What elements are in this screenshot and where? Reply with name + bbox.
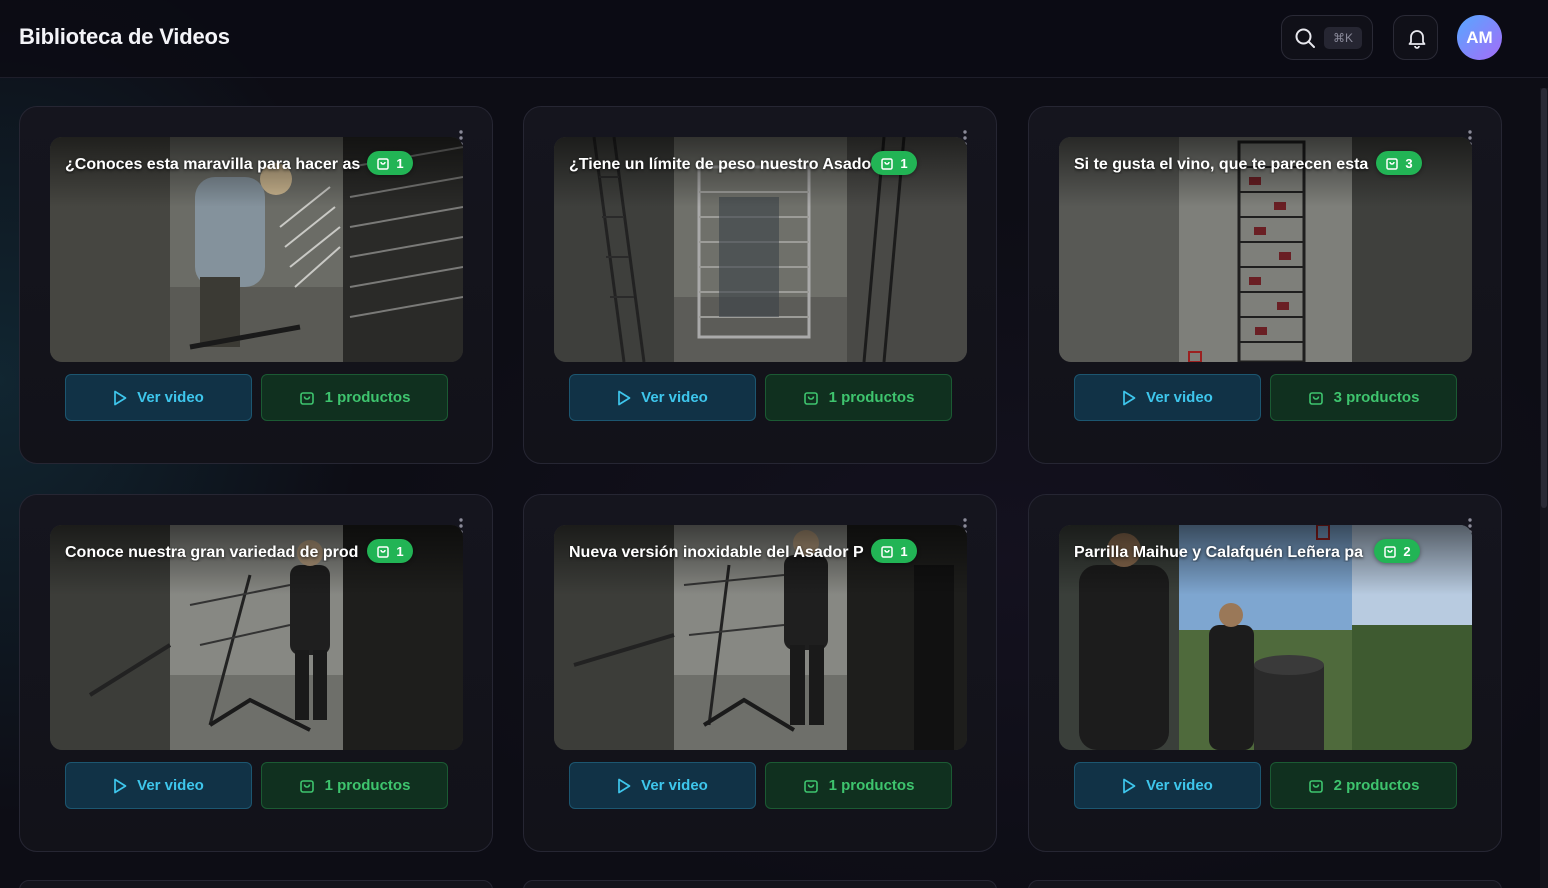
- products-label: 3 productos: [1333, 389, 1420, 406]
- video-card: Conoce nuestra gran variedad de prod 1 V…: [19, 494, 493, 852]
- watch-video-button[interactable]: Ver video: [569, 762, 756, 809]
- shopping-bag-icon: [881, 158, 894, 170]
- view-products-button[interactable]: 1 productos: [765, 762, 952, 809]
- video-card: Si te gusta el vino, que te parecen esta…: [1028, 106, 1502, 464]
- watch-video-button[interactable]: Ver video: [1074, 762, 1261, 809]
- play-icon: [1123, 778, 1136, 793]
- page-title: Biblioteca de Videos: [19, 24, 230, 49]
- product-count-badge: 3: [1376, 151, 1422, 175]
- product-count-badge: 1: [871, 539, 917, 563]
- view-products-button[interactable]: 1 productos: [261, 374, 448, 421]
- product-count-badge: 1: [367, 151, 413, 175]
- shopping-bag-icon: [299, 391, 314, 405]
- shopping-bag-icon: [1386, 158, 1399, 170]
- video-card-partial: [1028, 880, 1502, 888]
- view-products-button[interactable]: 1 productos: [261, 762, 448, 809]
- watch-video-button[interactable]: Ver video: [65, 374, 252, 421]
- keyboard-shortcut-hint: ⌘K: [1324, 27, 1362, 49]
- view-products-button[interactable]: 3 productos: [1270, 374, 1457, 421]
- video-thumbnail[interactable]: Nueva versión inoxidable del Asador P 1: [554, 525, 967, 750]
- shopping-bag-icon: [377, 546, 390, 558]
- watch-video-button[interactable]: Ver video: [569, 374, 756, 421]
- badge-count: 1: [396, 155, 404, 171]
- play-icon: [114, 390, 127, 405]
- video-card: Nueva versión inoxidable del Asador P 1 …: [523, 494, 997, 852]
- shopping-bag-icon: [1308, 779, 1323, 793]
- video-card: ¿Tiene un límite de peso nuestro Asado 1…: [523, 106, 997, 464]
- badge-count: 1: [900, 155, 908, 171]
- search-button[interactable]: ⌘K: [1281, 15, 1373, 60]
- app-window: Biblioteca de Videos ⌘K AM ¿Conoces esta…: [0, 0, 1548, 888]
- notifications-button[interactable]: [1393, 15, 1438, 60]
- products-label: 1 productos: [828, 777, 915, 794]
- product-count-badge: 1: [367, 539, 413, 563]
- video-thumbnail[interactable]: ¿Conoces esta maravilla para hacer as 1: [50, 137, 463, 362]
- bell-icon: [1406, 27, 1428, 54]
- products-label: 1 productos: [324, 777, 411, 794]
- view-products-button[interactable]: 1 productos: [765, 374, 952, 421]
- shopping-bag-icon: [299, 779, 314, 793]
- watch-video-button[interactable]: Ver video: [65, 762, 252, 809]
- video-thumbnail[interactable]: Si te gusta el vino, que te parecen esta…: [1059, 137, 1472, 362]
- video-card: ¿Conoces esta maravilla para hacer as 1 …: [19, 106, 493, 464]
- badge-count: 1: [396, 543, 404, 559]
- user-avatar[interactable]: AM: [1457, 15, 1502, 60]
- badge-count: 2: [1403, 543, 1411, 559]
- shopping-bag-icon: [377, 158, 390, 170]
- play-icon: [618, 390, 631, 405]
- video-thumbnail[interactable]: Parrilla Maihue y Calafquén Leñera pa 2: [1059, 525, 1472, 750]
- search-icon: [1294, 27, 1316, 54]
- products-label: 1 productos: [324, 389, 411, 406]
- watch-video-label: Ver video: [137, 777, 204, 794]
- shopping-bag-icon: [803, 391, 818, 405]
- shopping-bag-icon: [881, 546, 894, 558]
- video-thumbnail[interactable]: Conoce nuestra gran variedad de prod 1: [50, 525, 463, 750]
- watch-video-label: Ver video: [641, 389, 708, 406]
- scrollbar[interactable]: [1540, 88, 1548, 888]
- scrollbar-thumb[interactable]: [1541, 88, 1547, 508]
- play-icon: [618, 778, 631, 793]
- shopping-bag-icon: [1308, 391, 1323, 405]
- view-products-button[interactable]: 2 productos: [1270, 762, 1457, 809]
- shopping-bag-icon: [1384, 546, 1397, 558]
- products-label: 2 productos: [1333, 777, 1420, 794]
- product-count-badge: 2: [1374, 539, 1420, 563]
- watch-video-button[interactable]: Ver video: [1074, 374, 1261, 421]
- products-label: 1 productos: [828, 389, 915, 406]
- play-icon: [1123, 390, 1136, 405]
- shopping-bag-icon: [803, 779, 818, 793]
- watch-video-label: Ver video: [1146, 389, 1213, 406]
- badge-count: 1: [900, 543, 908, 559]
- video-card-partial: [523, 880, 997, 888]
- video-card: Parrilla Maihue y Calafquén Leñera pa 2 …: [1028, 494, 1502, 852]
- product-count-badge: 1: [871, 151, 917, 175]
- top-bar: Biblioteca de Videos ⌘K AM: [0, 0, 1548, 78]
- watch-video-label: Ver video: [1146, 777, 1213, 794]
- play-icon: [114, 778, 127, 793]
- watch-video-label: Ver video: [137, 389, 204, 406]
- video-thumbnail[interactable]: ¿Tiene un límite de peso nuestro Asado 1: [554, 137, 967, 362]
- watch-video-label: Ver video: [641, 777, 708, 794]
- video-card-partial: [19, 880, 493, 888]
- badge-count: 3: [1405, 155, 1413, 171]
